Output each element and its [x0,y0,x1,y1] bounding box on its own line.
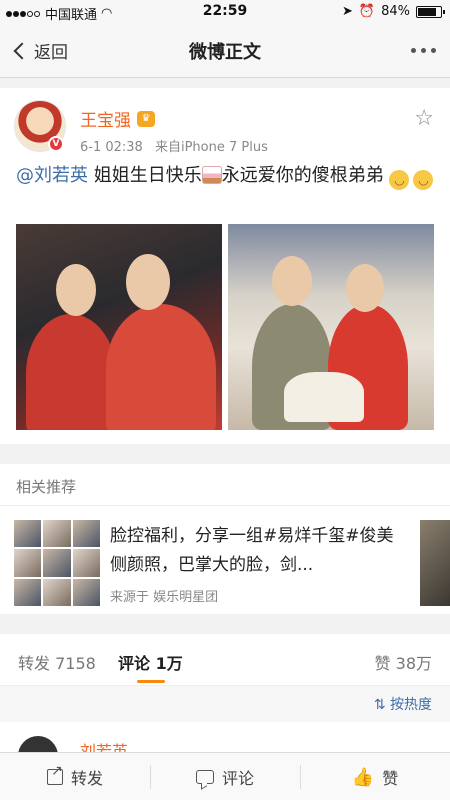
sort-label: 按热度 [390,697,432,713]
page-title: 微博正文 [189,42,261,63]
comment-button[interactable]: 评论 [150,753,300,800]
like-label: 赞 [382,769,399,788]
photo-cake [284,372,364,422]
status-right: ➤ ⏰ 84% [342,4,445,19]
sort-button[interactable]: ⇅ 按热度 [374,694,432,714]
like-button[interactable]: 👍 赞 [300,753,450,800]
post-text-1: 姐姐生日快乐 [88,165,202,186]
tab-like[interactable]: 赞 38万 [375,650,432,674]
status-bar: 中国联通 ◠ 22:59 ➤ ⏰ 84% [0,0,450,24]
sort-bar: ⇅ 按热度 [0,686,450,722]
post-timestamp: 6-1 02:38 [80,140,143,155]
battery-fill [418,7,436,16]
grin-emoji-icon: ◡ [413,170,434,190]
grin-emoji-icon: ◡ [389,170,410,190]
more-dot-icon [431,48,436,53]
battery-icon [416,5,445,18]
tab-comment[interactable]: 评论 1万 [118,650,183,674]
battery-label: 84% [381,4,410,19]
post-meta: 6-1 02:38 来自iPhone 7 Plus [80,136,268,155]
photo-face [56,264,96,316]
tab-repost[interactable]: 转发 7158 [18,650,96,674]
alarm-icon: ⏰ [358,4,376,19]
photo-person-man [106,304,216,430]
author-name-row[interactable]: 王宝强 ♛ [80,106,155,131]
related-thumbnail [14,520,100,606]
comment-icon [195,770,214,784]
more-dot-icon [411,48,416,53]
related-card[interactable]: 脸控福利，分享一组#易烊千玺#俊美侧颜照，巴掌大的脸，剑... 来源于 娱乐明星… [0,506,450,614]
member-crown-icon: ♛ [137,110,155,127]
navigation-bar: 返回 微博正文 [0,24,450,78]
share-icon [46,763,63,785]
related-next-thumbnail[interactable] [420,520,450,606]
post-source: 来自iPhone 7 Plus [154,140,268,155]
post-photo-2[interactable] [228,224,434,430]
location-icon: ➤ [342,4,353,19]
repost-button[interactable]: 转发 [0,753,150,800]
active-tab-indicator [137,680,165,683]
photo-face [272,256,312,306]
related-header: 相关推荐 [0,464,450,506]
post-text-2: 永远爱你的傻根弟弟 [221,165,384,186]
more-dot-icon [421,48,426,53]
sort-icon: ⇅ [373,697,386,713]
post-photo-1[interactable] [16,224,222,430]
related-header-label: 相关推荐 [16,478,77,496]
comment-author-name[interactable]: 刘若英 [80,738,128,752]
photo-face [126,254,170,310]
comment-label: 评论 [221,769,254,788]
mention-link[interactable]: @刘若英 [16,165,88,186]
photo-face [346,264,384,312]
weibo-post: V 王宝强 ♛ 6-1 02:38 来自iPhone 7 Plus ☆ @刘若英… [0,88,450,444]
related-source: 来源于 娱乐明星团 [110,590,219,605]
comment-avatar[interactable] [18,736,58,752]
repost-label: 转发 [70,769,103,788]
photo-person-woman [26,314,116,430]
thumbs-up-icon: 👍 [351,766,375,788]
more-options-button[interactable] [411,48,436,53]
favorite-star-icon[interactable]: ☆ [414,106,434,131]
post-content: @刘若英 姐姐生日快乐 永远爱你的傻根弟弟 ◡ ◡ [16,162,436,190]
bottom-toolbar: 转发 评论 👍 赞 [0,752,450,800]
related-title: 脸控福利，分享一组#易烊千玺#俊美侧颜照，巴掌大的脸，剑... [110,526,394,575]
interaction-tabs: 转发 7158 评论 1万 赞 38万 [0,634,450,686]
cake-emoji-icon [201,166,222,184]
author-name[interactable]: 王宝强 [80,106,131,131]
verified-badge-icon: V [48,136,64,152]
comment-item: 刘若英 [0,722,450,752]
